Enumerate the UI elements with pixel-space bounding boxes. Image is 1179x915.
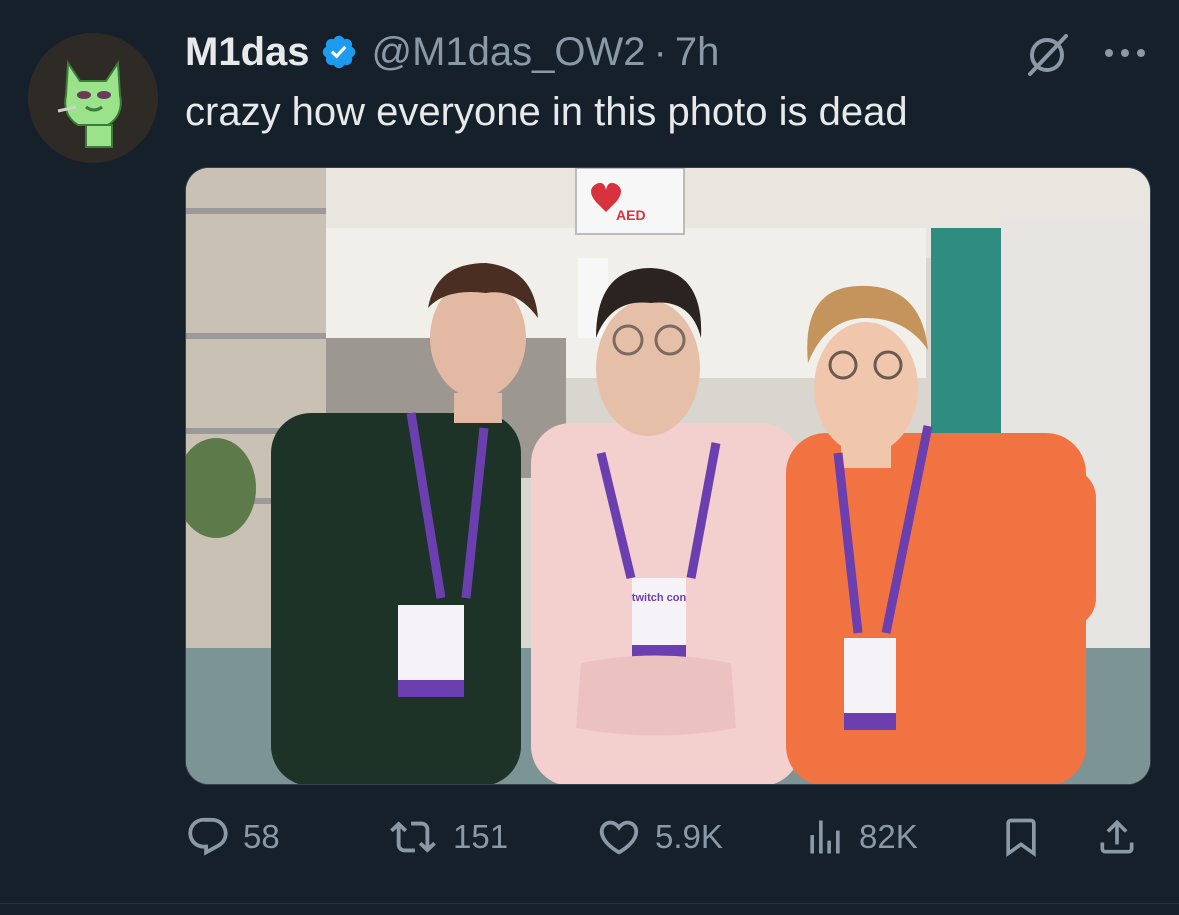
divider xyxy=(0,903,1179,904)
avatar[interactable] xyxy=(28,33,158,163)
author-handle[interactable]: @M1das_OW2 xyxy=(372,28,646,76)
verified-badge-icon xyxy=(322,35,355,69)
separator-dot: · xyxy=(653,30,667,74)
repost-button[interactable]: 151 xyxy=(385,810,508,864)
avatar-image xyxy=(28,33,158,163)
share-icon xyxy=(1100,819,1134,854)
grok-icon[interactable] xyxy=(1022,30,1072,80)
repost-count: 151 xyxy=(453,818,509,855)
views-count: 82K xyxy=(859,818,918,855)
views-icon xyxy=(810,820,840,854)
like-count: 5.9K xyxy=(655,818,723,855)
author-name[interactable]: M1das xyxy=(185,28,310,76)
like-icon xyxy=(599,820,639,855)
sign-aed-text: AED xyxy=(616,207,646,223)
badge-brand-text: twitch con xyxy=(632,592,687,604)
bookmark-button[interactable] xyxy=(999,810,1055,864)
photo-image: AED twitch con xyxy=(186,168,1150,784)
tweet-photo[interactable]: AED twitch con xyxy=(185,167,1151,785)
tweet-actions: 58 151 5.9K 82K xyxy=(185,810,1151,864)
repost-icon xyxy=(390,821,436,853)
share-button[interactable] xyxy=(1095,810,1151,864)
like-button[interactable]: 5.9K xyxy=(595,810,723,864)
reply-button[interactable]: 58 xyxy=(185,810,280,864)
views-button[interactable]: 82K xyxy=(803,810,918,864)
tweet-text: crazy how everyone in this photo is dead xyxy=(185,90,908,134)
timestamp[interactable]: 7h xyxy=(675,28,720,76)
reply-icon xyxy=(188,817,228,856)
more-icon[interactable] xyxy=(1100,38,1150,68)
tweet-header: M1das @M1das_OW2 · 7h xyxy=(185,28,719,76)
bookmark-icon xyxy=(1006,818,1036,858)
reply-count: 58 xyxy=(243,818,280,855)
